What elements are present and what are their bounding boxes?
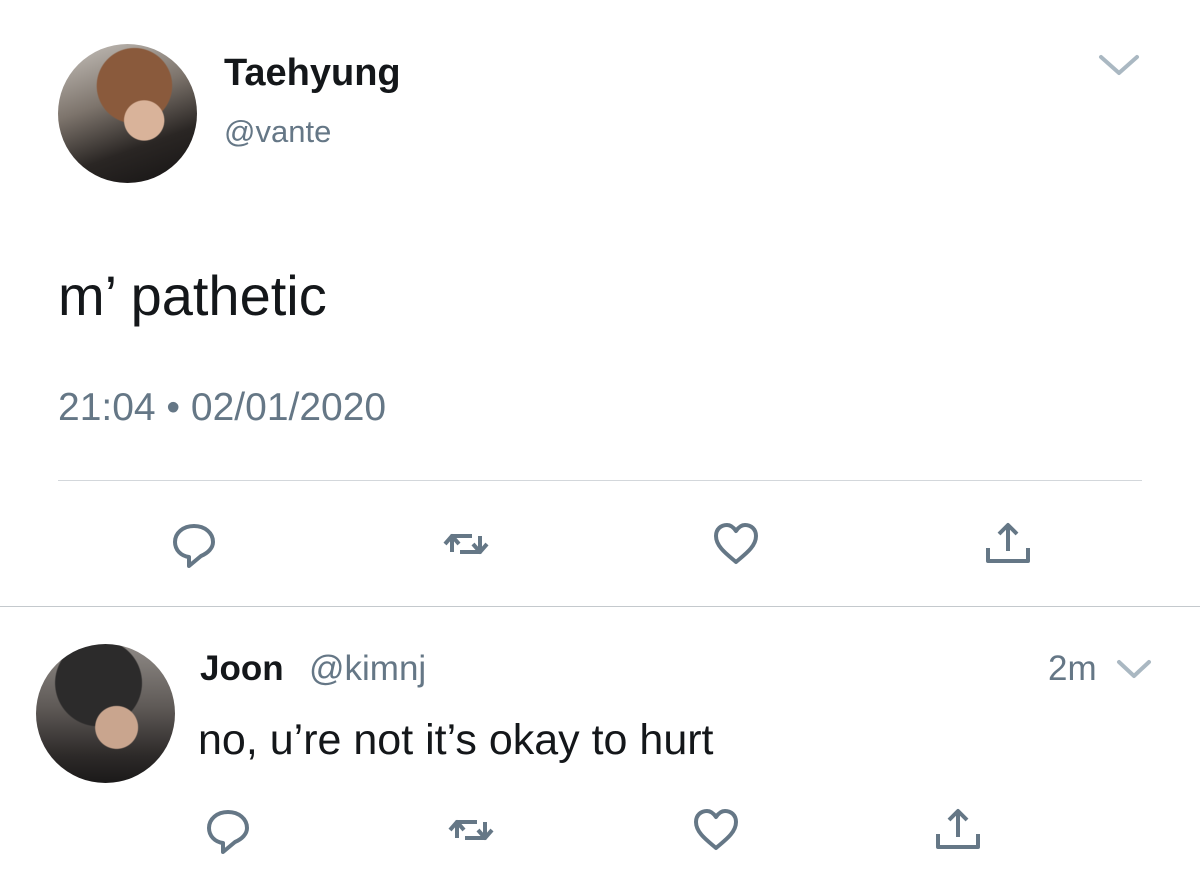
reply-time: 2m [1048,649,1097,688]
reply-author-name[interactable]: Joon [200,649,284,689]
share-icon [936,809,980,849]
tweet-separator [0,606,1200,607]
tweet-timestamp[interactable]: 21:04 • 02/01/2020 [58,386,386,430]
reply-icon [207,810,249,854]
retweet-button[interactable] [438,516,494,572]
heart-icon [714,523,758,564]
like-button[interactable] [708,516,764,572]
author-name[interactable]: Taehyung [224,52,401,95]
chevron-down-icon[interactable] [1096,50,1142,80]
retweet-button[interactable] [443,802,499,858]
retweet-icon [448,820,494,840]
heart-icon [694,809,738,850]
retweet-icon [443,534,489,554]
avatar-joon[interactable] [36,644,175,783]
share-button[interactable] [980,516,1036,572]
like-button[interactable] [688,802,744,858]
divider [58,480,1142,481]
reply-button[interactable] [166,516,222,572]
reply-icon [173,524,215,568]
reply-author-handle[interactable]: @kimnj [309,649,426,689]
avatar-taehyung[interactable] [58,44,197,183]
reply-text: no, u’re not it’s okay to hurt [198,716,714,764]
share-button[interactable] [930,802,986,858]
chevron-down-icon[interactable] [1114,656,1154,682]
author-handle[interactable]: @vante [224,114,331,150]
share-icon [986,523,1030,563]
tweet-text: m’ pathetic [58,264,327,327]
reply-button[interactable] [200,802,256,858]
